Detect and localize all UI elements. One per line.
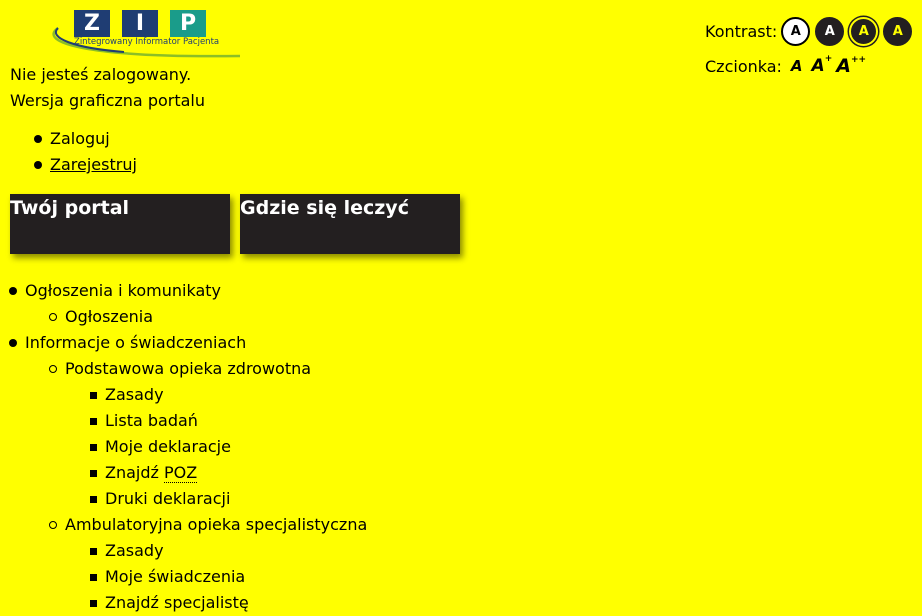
nav-poz-tests[interactable]: Lista badań [0,408,367,434]
poz-abbreviation: POZ [164,463,198,483]
nav-poz-declarations[interactable]: Moje deklaracje [0,434,367,460]
nav-aos-find-specialist[interactable]: Znajdź specjalistę [0,590,367,616]
font-xlarge-plus: ++ [850,54,867,65]
nav-announcements-item[interactable]: Ogłoszenia [0,304,367,330]
user-status: Nie jesteś zalogowany. Wersja graficzna … [10,62,205,114]
contrast-black-yellow-button[interactable]: A [883,16,913,46]
register-link[interactable]: Zarejestruj [50,155,137,174]
font-large-plus: + [824,54,833,65]
register-item: Zarejestruj [10,152,137,178]
zip-logo[interactable]: Z I P Zintegrowany Informator Pacjenta [44,8,244,58]
nav-poz[interactable]: Podstawowa opieka zdrowotna [0,356,367,382]
nav-poz-find-prefix: Znajdź [105,463,164,482]
contrast-black-white-button[interactable]: A [815,16,845,46]
accessibility-controls: Kontrast: A A A A Czcionka: A A+ A++ [705,14,913,79]
nav-aos[interactable]: Ambulatoryjna opieka specjalistyczna [0,512,367,538]
font-large-button[interactable]: A+ [811,54,833,76]
nav-aos-services[interactable]: Moje świadczenia [0,564,367,590]
contrast-default-button[interactable]: A [781,16,811,46]
graphic-version-text: Wersja graficzna portalu [10,91,206,110]
contrast-yellow-outline-button[interactable]: A [849,16,879,46]
logo-letter-z: Z [74,10,110,37]
logo-letter-p: P [170,10,206,37]
font-normal-button[interactable]: A [791,57,803,75]
font-xlarge-letter: A [836,55,851,77]
your-portal-label: Twój portal [10,197,130,219]
font-xlarge-button[interactable]: A++ [836,55,866,77]
nav-poz-rules[interactable]: Zasady [0,382,367,408]
where-to-treat-tile[interactable]: Gdzie się leczyć [240,194,460,254]
nav-services[interactable]: Informacje o świadczeniach [0,330,367,356]
your-portal-tile[interactable]: Twój portal [10,194,230,254]
nav-poz-find[interactable]: Znajdź POZ [0,460,367,486]
font-size-row: Czcionka: A A+ A++ [705,53,912,79]
main-navigation: Ogłoszenia i komunikaty Ogłoszenia Infor… [0,278,367,616]
contrast-row: Kontrast: A A A A [705,14,913,48]
auth-links: Zaloguj Zarejestruj [10,126,137,178]
font-large-letter: A [811,56,825,76]
nav-aos-rules[interactable]: Zasady [0,538,367,564]
logo-letter-i: I [122,10,158,37]
font-size-label: Czcionka: [705,56,782,76]
logo-subtitle: Zintegrowany Informator Pacjenta [74,37,220,47]
nav-poz-print-forms[interactable]: Druki deklaracji [0,486,367,512]
where-to-treat-label: Gdzie się leczyć [240,197,409,219]
nav-announcements[interactable]: Ogłoszenia i komunikaty [0,278,367,304]
contrast-label: Kontrast: [705,21,778,41]
login-link[interactable]: Zaloguj [10,126,137,152]
login-state-text: Nie jesteś zalogowany. [10,65,192,84]
